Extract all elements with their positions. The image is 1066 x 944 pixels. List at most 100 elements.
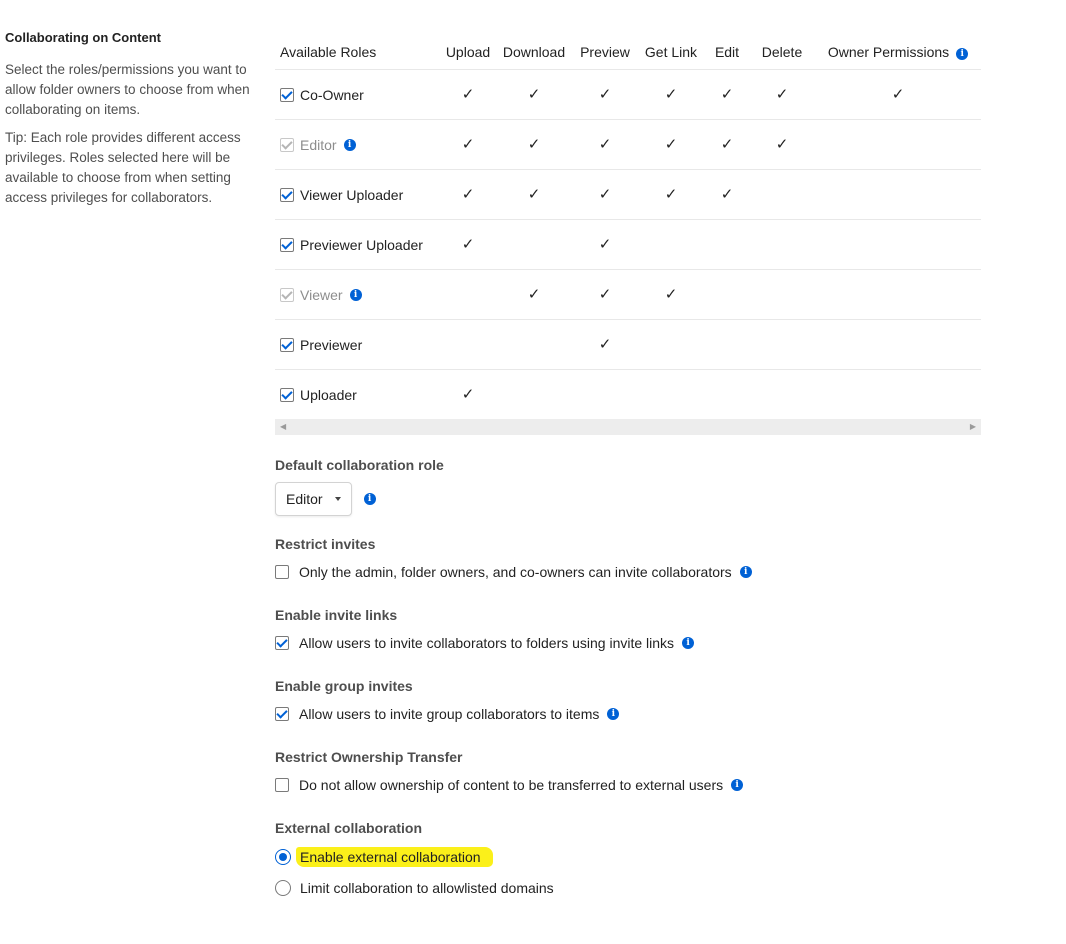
permission-cell: ✓: [495, 119, 573, 170]
role-checkbox[interactable]: [280, 87, 294, 102]
invite-links-checkbox[interactable]: [275, 636, 289, 650]
checkmark-icon: ✓: [598, 185, 612, 203]
permission-cell: [705, 269, 749, 320]
external-collab-title: External collaboration: [275, 820, 423, 836]
permission-cell: [495, 319, 573, 370]
ownership-transfer-label[interactable]: Do not allow ownership of content to be …: [299, 777, 723, 793]
checkmark-icon: ✓: [598, 285, 612, 303]
info-icon[interactable]: i: [607, 708, 620, 720]
role-checkbox: [280, 137, 294, 152]
role-cell: Viewer Uploader: [275, 169, 441, 220]
roles-table-body: Co-Owner ✓ ✓ ✓ ✓ ✓ ✓ ✓ Editor i ✓ ✓ ✓ ✓ ✓ ✓ Viewer Uploa…: [275, 69, 981, 420]
role-row: Viewer Uploader ✓ ✓ ✓ ✓ ✓: [275, 169, 981, 220]
permission-cell: [441, 319, 495, 370]
checkmark-icon: ✓: [775, 135, 789, 153]
invite-links-label[interactable]: Allow users to invite collaborators to f…: [299, 635, 674, 651]
checkmark-icon: ✓: [598, 135, 612, 153]
info-icon[interactable]: i: [739, 566, 752, 578]
group-invites-section: Enable group invites Allow users to invi…: [275, 678, 620, 722]
permission-cell: [815, 269, 981, 320]
horizontal-scrollbar[interactable]: ◀ ▶: [275, 419, 981, 435]
checkmark-icon: ✓: [775, 85, 789, 103]
checkmark-icon: ✓: [664, 185, 678, 203]
role-checkbox[interactable]: [280, 337, 294, 352]
default-role-title: Default collaboration role: [275, 457, 444, 473]
role-cell: Previewer: [275, 319, 441, 370]
roles-header-row: Available Roles Upload Download Preview …: [275, 36, 981, 70]
role-row: Uploader ✓: [275, 369, 981, 420]
restrict-invites-section: Restrict invites Only the admin, folder …: [275, 536, 752, 580]
permission-cell: [815, 319, 981, 370]
scroll-left-arrow-icon[interactable]: ◀: [280, 422, 286, 431]
permission-cell: [815, 119, 981, 170]
info-icon[interactable]: i: [349, 288, 362, 301]
limit-allowlist-radio[interactable]: [275, 880, 291, 896]
default-role-section: Default collaboration role Editor i: [275, 457, 444, 516]
external-collab-section: External collaboration Enable external c…: [275, 820, 554, 896]
scroll-right-arrow-icon[interactable]: ▶: [970, 422, 976, 431]
column-header-roles: Available Roles: [275, 36, 441, 70]
restrict-invites-option: Only the admin, folder owners, and co-ow…: [275, 564, 752, 580]
info-icon[interactable]: i: [363, 493, 376, 505]
permission-cell: ✓: [495, 169, 573, 220]
permission-cell: ✓: [573, 119, 637, 170]
permission-cell: ✓: [705, 119, 749, 170]
permission-cell: ✓: [637, 69, 705, 120]
column-header-download: Download: [495, 36, 573, 70]
group-invites-checkbox[interactable]: [275, 707, 289, 721]
default-role-select[interactable]: Editor: [275, 482, 352, 516]
permission-cell: [815, 219, 981, 270]
section-description: Select the roles/permissions you want to…: [5, 62, 250, 117]
ownership-transfer-checkbox[interactable]: [275, 778, 289, 792]
roles-table: Available Roles Upload Download Preview …: [275, 36, 981, 420]
permission-cell: ✓: [441, 369, 495, 420]
permission-cell: [815, 369, 981, 420]
permission-cell: ✓: [637, 269, 705, 320]
role-checkbox[interactable]: [280, 387, 294, 402]
checkmark-icon: ✓: [598, 335, 612, 353]
role-checkbox[interactable]: [280, 187, 294, 202]
checkmark-icon: ✓: [527, 135, 541, 153]
column-header-owner-permissions: Owner Permissions i: [815, 36, 981, 70]
role-cell: Co-Owner: [275, 69, 441, 120]
checkmark-icon: ✓: [527, 85, 541, 103]
section-heading: Collaborating on Content: [5, 30, 161, 45]
info-icon[interactable]: i: [956, 47, 969, 60]
restrict-invites-label[interactable]: Only the admin, folder owners, and co-ow…: [299, 564, 732, 580]
permission-cell: ✓: [637, 169, 705, 220]
permission-cell: [749, 219, 815, 270]
permission-cell: [495, 219, 573, 270]
group-invites-label[interactable]: Allow users to invite group collaborator…: [299, 706, 599, 722]
role-checkbox[interactable]: [280, 237, 294, 252]
role-row: Previewer ✓: [275, 319, 981, 370]
external-collab-option-enable: Enable external collaboration: [275, 847, 554, 867]
column-header-delete: Delete: [749, 36, 815, 70]
permission-cell: ✓: [573, 219, 637, 270]
permission-cell: ✓: [705, 169, 749, 220]
enable-external-label[interactable]: Enable external collaboration: [296, 847, 493, 867]
info-icon[interactable]: i: [731, 779, 744, 791]
checkmark-icon: ✓: [527, 185, 541, 203]
permission-cell: ✓: [495, 269, 573, 320]
restrict-invites-checkbox[interactable]: [275, 565, 289, 579]
info-icon[interactable]: i: [682, 637, 695, 649]
info-icon[interactable]: i: [343, 138, 356, 151]
external-collab-option-limit: Limit collaboration to allowlisted domai…: [275, 880, 554, 896]
permission-cell: [749, 269, 815, 320]
role-cell: Previewer Uploader: [275, 219, 441, 270]
invite-links-title: Enable invite links: [275, 607, 398, 623]
limit-allowlist-label[interactable]: Limit collaboration to allowlisted domai…: [300, 880, 554, 896]
role-name: Viewer: [300, 286, 343, 303]
permission-cell: [573, 369, 637, 420]
checkmark-icon: ✓: [664, 285, 678, 303]
permission-cell: [495, 369, 573, 420]
permission-cell: ✓: [705, 69, 749, 120]
default-role-value: Editor: [286, 491, 323, 507]
permission-cell: [637, 219, 705, 270]
permission-cell: ✓: [573, 169, 637, 220]
role-name: Previewer: [300, 336, 363, 353]
permission-cell: [637, 319, 705, 370]
permission-cell: ✓: [637, 119, 705, 170]
enable-external-radio[interactable]: [275, 849, 291, 865]
column-header-edit: Edit: [705, 36, 749, 70]
